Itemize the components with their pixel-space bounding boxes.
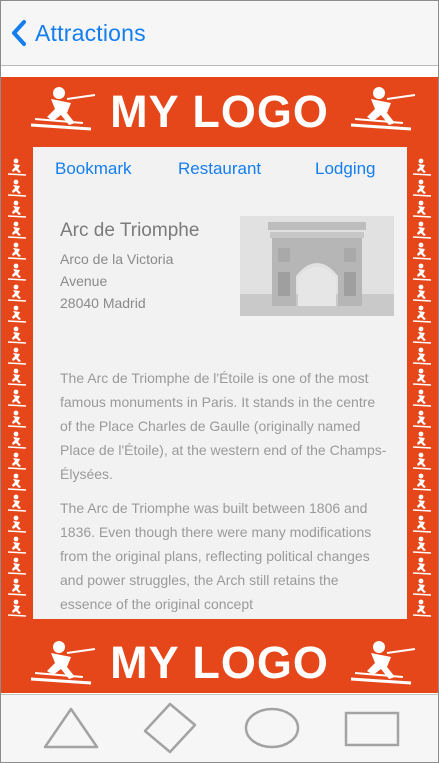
mini-skier-icon: [412, 347, 432, 365]
mini-skier-icon: [7, 389, 27, 407]
mini-skier-icon: [7, 221, 27, 239]
tab-restaurant[interactable]: Restaurant: [178, 159, 261, 179]
mini-skier-icon: [7, 347, 27, 365]
mini-skier-icon: [7, 242, 27, 260]
attraction-card: Bookmark Restaurant Lodging Arc de Triom…: [33, 147, 407, 619]
mini-skier-icon: [412, 599, 432, 617]
mini-skier-icon: [412, 242, 432, 260]
app-window: Attractions MY LOGO MY LOGO Bookmark Res…: [0, 0, 439, 763]
mini-skier-icon: [412, 557, 432, 575]
action-tabs: Bookmark Restaurant Lodging: [33, 159, 407, 183]
mini-skier-icon: [412, 494, 432, 512]
skier-icon: [30, 641, 96, 685]
mini-skier-icon: [412, 473, 432, 491]
back-label: Attractions: [35, 19, 146, 46]
mini-skier-icon: [7, 200, 27, 218]
mini-skier-icon: [7, 284, 27, 302]
skier-icon: [350, 87, 416, 131]
description-paragraph: The Arc de Triomphe was built between 18…: [60, 500, 372, 612]
mini-skier-icon: [7, 368, 27, 386]
navigation-bar: Attractions: [1, 1, 438, 66]
back-button[interactable]: Attractions: [11, 15, 146, 51]
rectangle-icon[interactable]: [343, 709, 401, 749]
mini-skier-icon: [412, 200, 432, 218]
mini-skier-icon: [7, 158, 27, 176]
mini-skier-icon: [412, 263, 432, 281]
mini-skier-icon: [7, 431, 27, 449]
mini-skier-icon: [412, 578, 432, 596]
mini-skier-icon: [7, 536, 27, 554]
mini-skier-icon: [412, 221, 432, 239]
description-paragraph: The Arc de Triomphe de l'Étoile is one o…: [60, 370, 387, 482]
address-line: Arco de la Victoria: [60, 251, 174, 267]
mini-skier-icon: [7, 410, 27, 428]
attraction-photo: [240, 216, 394, 316]
mini-skier-icon: [7, 452, 27, 470]
diamond-icon[interactable]: [142, 701, 198, 757]
mini-skier-icon: [7, 263, 27, 281]
mini-skier-icon: [7, 305, 27, 323]
address-line: Avenue: [60, 273, 108, 289]
mini-skier-icon: [7, 326, 27, 344]
tab-lodging[interactable]: Lodging: [315, 159, 376, 179]
skier-icon: [350, 641, 416, 685]
mini-skier-icon: [412, 536, 432, 554]
mini-skier-icon: [412, 431, 432, 449]
arc-de-triomphe-icon: [240, 216, 394, 316]
attraction-title: Arc de Triomphe: [60, 220, 200, 241]
mini-skier-icon: [412, 389, 432, 407]
skier-icon: [30, 87, 96, 131]
skier-pattern-right: [412, 158, 432, 617]
mini-skier-icon: [412, 368, 432, 386]
mini-skier-icon: [7, 179, 27, 197]
address-line: 28040 Madrid: [60, 295, 146, 311]
mini-skier-icon: [412, 284, 432, 302]
tab-bookmark[interactable]: Bookmark: [55, 159, 132, 179]
mini-skier-icon: [412, 452, 432, 470]
mini-skier-icon: [7, 599, 27, 617]
mini-skier-icon: [412, 179, 432, 197]
mini-skier-icon: [412, 158, 432, 176]
mini-skier-icon: [7, 473, 27, 491]
mini-skier-icon: [7, 557, 27, 575]
branded-frame: MY LOGO MY LOGO Bookmark Restaurant Lodg…: [1, 77, 438, 693]
bottom-toolbar: [1, 694, 438, 762]
chevron-left-icon: [12, 20, 26, 46]
skier-pattern-left: [7, 158, 27, 617]
mini-skier-icon: [7, 515, 27, 533]
mini-skier-icon: [7, 578, 27, 596]
triangle-icon[interactable]: [41, 705, 101, 751]
mini-skier-icon: [412, 515, 432, 533]
mini-skier-icon: [412, 410, 432, 428]
mini-skier-icon: [7, 494, 27, 512]
mini-skier-icon: [412, 305, 432, 323]
mini-skier-icon: [412, 326, 432, 344]
ellipse-icon[interactable]: [242, 705, 302, 751]
